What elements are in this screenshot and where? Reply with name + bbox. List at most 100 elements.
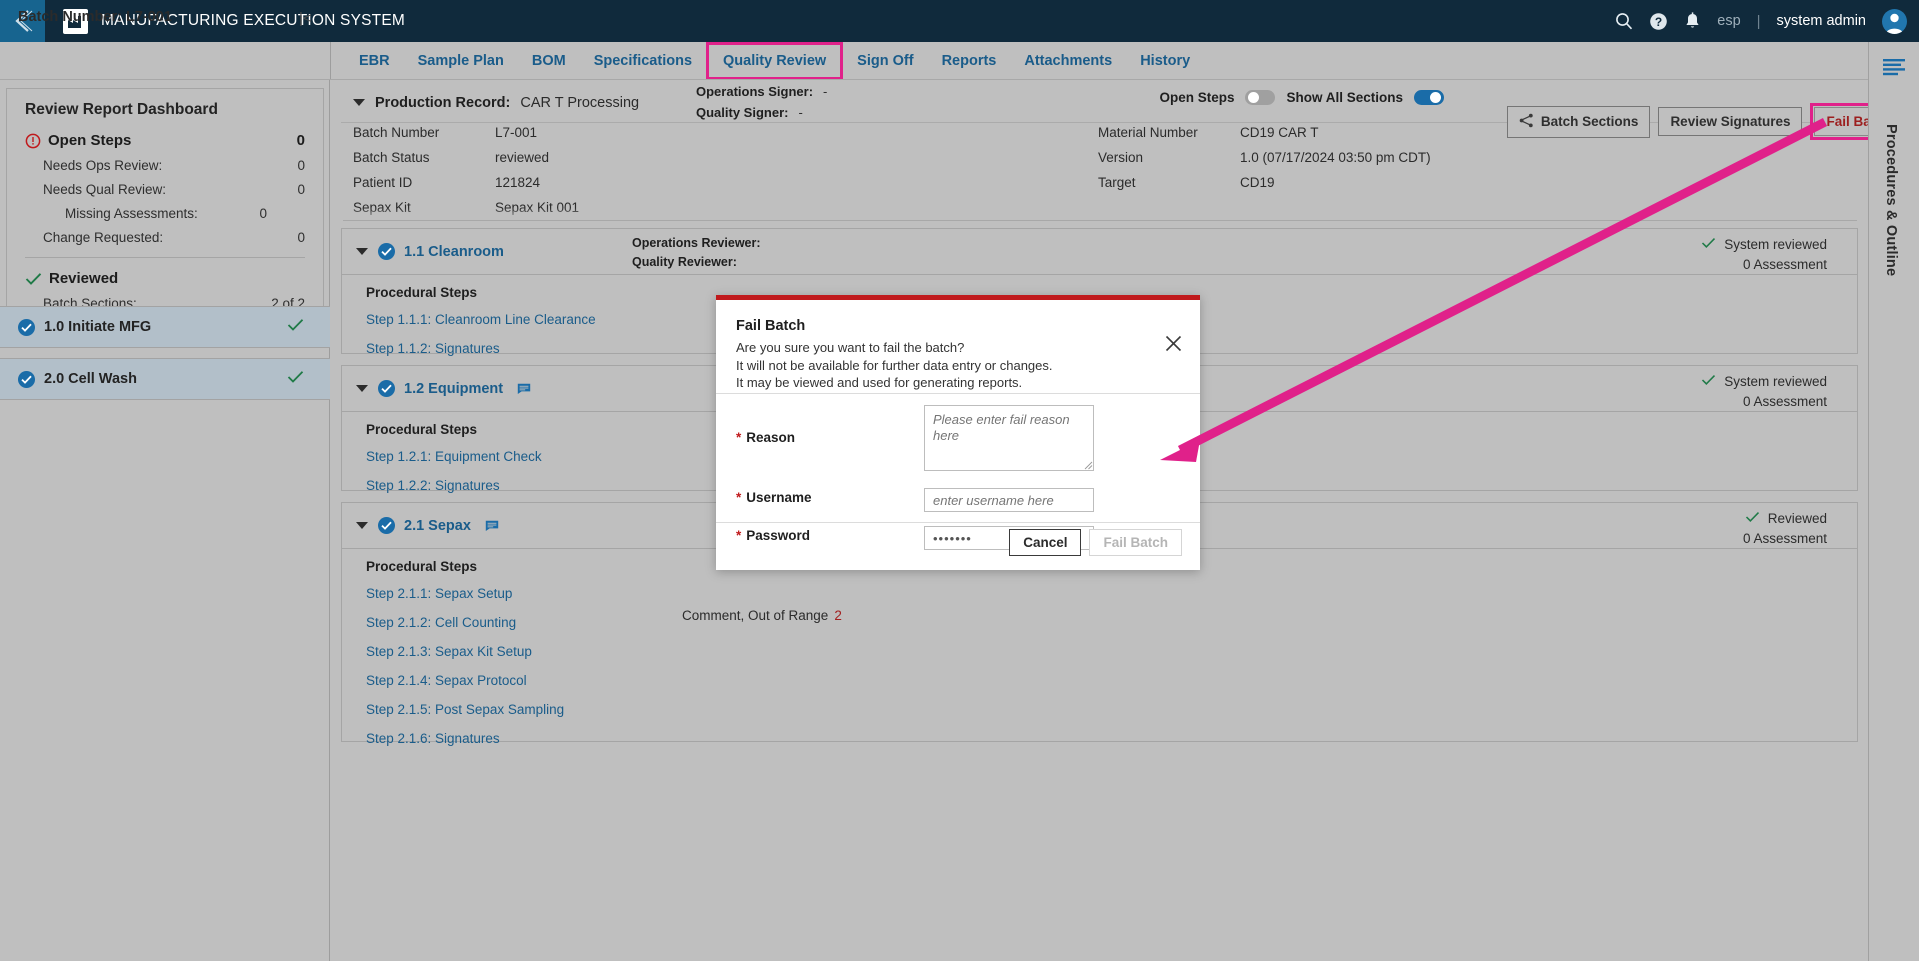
- tab-reports[interactable]: Reports: [928, 42, 1011, 80]
- check-icon: [287, 370, 304, 389]
- check-icon: [1745, 509, 1760, 529]
- info-row: Patient ID 121824 Target CD19: [353, 175, 1843, 190]
- blue-check-icon: [18, 370, 35, 388]
- username-input[interactable]: [924, 488, 1094, 512]
- tab-bom[interactable]: BOM: [518, 42, 580, 80]
- chevron-down-icon[interactable]: [353, 99, 365, 106]
- right-rail-label[interactable]: Procedures & Outline: [1883, 124, 1899, 276]
- info-value: L7-001: [495, 125, 538, 140]
- section-title: 2.1 Sepax: [404, 517, 471, 534]
- password-label: * Password: [716, 528, 906, 543]
- step-link[interactable]: Step 2.1.3: Sepax Kit Setup: [342, 644, 532, 659]
- svg-text:?: ?: [1655, 15, 1662, 29]
- main-tabs: EBR Sample Plan BOM Specifications Quality R…: [345, 42, 1204, 80]
- step-link[interactable]: Step 2.1.6: Signatures: [342, 731, 500, 746]
- tab-specifications[interactable]: Specifications: [580, 42, 706, 80]
- open-steps-toggle-label: Open Steps: [1159, 90, 1235, 105]
- blue-check-icon: [378, 380, 395, 397]
- reason-input[interactable]: [924, 405, 1094, 471]
- review-signatures-button[interactable]: Review Signatures: [1658, 107, 1803, 136]
- check-icon: [1701, 235, 1716, 255]
- reason-label: * Reason: [716, 430, 906, 445]
- search-icon[interactable]: [1615, 12, 1633, 30]
- step-link[interactable]: Step 1.1.1: Cleanroom Line Clearance: [342, 312, 596, 327]
- comment-icon[interactable]: [517, 383, 531, 395]
- dashboard-divider: [25, 257, 305, 258]
- sidebar-item-label: 2.0 Cell Wash: [44, 371, 137, 387]
- sidebar-item-initiate-mfg[interactable]: 1.0 Initiate MFG: [0, 306, 330, 348]
- required-marker: *: [736, 490, 742, 505]
- section-status-label: Reviewed: [1767, 511, 1827, 526]
- quality-signer-label: Quality Signer:: [696, 105, 789, 120]
- tab-sign-off[interactable]: Sign Off: [843, 42, 927, 80]
- language-selector[interactable]: esp: [1717, 13, 1740, 29]
- metric-value: 0: [297, 182, 305, 197]
- section-header[interactable]: 1.1 Cleanroom Operations Reviewer: Quali…: [342, 229, 1857, 275]
- metric-value: 0: [297, 230, 305, 245]
- open-steps-toggle[interactable]: [1245, 90, 1276, 105]
- user-name-label[interactable]: system admin: [1777, 13, 1866, 29]
- tab-attachments[interactable]: Attachments: [1010, 42, 1126, 80]
- chevron-down-icon[interactable]: [356, 522, 368, 529]
- tab-quality-review[interactable]: Quality Review: [706, 42, 844, 80]
- metric-row: Needs Qual Review: 0: [25, 182, 305, 197]
- info-cell: Batch Status reviewed: [353, 150, 1098, 165]
- section-status-label: System reviewed: [1724, 374, 1827, 389]
- outline-list-icon[interactable]: [1883, 58, 1905, 81]
- step-link[interactable]: Step 2.1.1: Sepax Setup: [342, 586, 512, 601]
- production-record-value: CAR T Processing: [520, 94, 640, 111]
- operations-signer-value: -: [823, 84, 828, 99]
- tab-history[interactable]: History: [1126, 42, 1204, 80]
- step-link[interactable]: Step 2.1.2: Cell Counting: [342, 615, 516, 630]
- cancel-button[interactable]: Cancel: [1009, 529, 1082, 556]
- section-reviewers: Operations Reviewer: Quality Reviewer:: [632, 234, 761, 272]
- alert-circle-icon: [25, 133, 41, 149]
- chevron-down-icon[interactable]: [356, 248, 368, 255]
- check-icon: [1701, 372, 1716, 392]
- user-avatar-icon[interactable]: [1882, 8, 1907, 34]
- info-fade-overlay: [343, 208, 1857, 226]
- step-link[interactable]: Step 1.2.2: Signatures: [342, 478, 500, 493]
- subbar-divider: [330, 42, 331, 80]
- comment-icon[interactable]: [485, 520, 499, 532]
- help-circle-icon[interactable]: ?: [1649, 12, 1668, 31]
- tab-sample-plan[interactable]: Sample Plan: [404, 42, 518, 80]
- left-sidebar: Review Report Dashboard Open Steps 0 Nee…: [0, 80, 330, 961]
- blue-check-icon: [378, 243, 395, 260]
- info-cell: Target CD19: [1098, 175, 1843, 190]
- quality-signer-row: Quality Signer: -: [696, 105, 803, 120]
- modal-divider-bottom: [716, 522, 1200, 523]
- operations-reviewer-label: Operations Reviewer:: [632, 236, 761, 250]
- sidebar-item-label: 1.0 Initiate MFG: [44, 319, 152, 335]
- top-app-bar: MANUFACTURING EXECUTION SYSTEM ? esp | s…: [0, 0, 1919, 42]
- reviewed-row: Reviewed: [25, 270, 305, 287]
- sidebar-item-cell-wash[interactable]: 2.0 Cell Wash: [0, 358, 330, 400]
- step-link[interactable]: Step 2.1.5: Post Sepax Sampling: [342, 702, 564, 717]
- section-status: System reviewed 0 Assessment: [1701, 235, 1827, 275]
- bell-icon[interactable]: [1684, 11, 1701, 31]
- info-cell: Patient ID 121824: [353, 175, 1098, 190]
- reason-field-row: * Reason: [716, 430, 906, 445]
- metric-row: Change Requested: 0: [25, 230, 305, 245]
- step-link[interactable]: Step 2.1.4: Sepax Protocol: [342, 673, 527, 688]
- modal-actions: Cancel Fail Batch: [1009, 529, 1182, 556]
- modal-message-line1: Are you sure you want to fail the batch?: [736, 340, 965, 355]
- open-steps-label: Open Steps: [48, 132, 132, 149]
- fail-batch-modal: Fail Batch Are you sure you want to fail…: [716, 295, 1200, 570]
- chevron-down-icon[interactable]: [356, 385, 368, 392]
- section-status-label: System reviewed: [1724, 237, 1827, 252]
- close-icon[interactable]: [1165, 335, 1182, 357]
- info-value: CD19 CAR T: [1240, 125, 1319, 140]
- step-link[interactable]: Step 1.1.2: Signatures: [342, 341, 500, 356]
- username-label-text: Username: [746, 490, 812, 505]
- metric-row: Needs Ops Review: 0: [25, 158, 305, 173]
- batch-sections-button[interactable]: Batch Sections: [1506, 105, 1651, 138]
- show-all-sections-toggle-label: Show All Sections: [1286, 90, 1403, 105]
- section-body: Procedural Steps Step 2.1.1: Sepax Setup…: [342, 549, 1857, 774]
- metric-value: 0: [297, 158, 305, 173]
- tab-ebr[interactable]: EBR: [345, 42, 404, 80]
- step-link[interactable]: Step 1.2.1: Equipment Check: [342, 449, 542, 464]
- collapse-panel-icon[interactable]: |<: [299, 10, 312, 27]
- show-all-sections-toggle[interactable]: [1414, 90, 1444, 105]
- info-key: Target: [1098, 175, 1136, 190]
